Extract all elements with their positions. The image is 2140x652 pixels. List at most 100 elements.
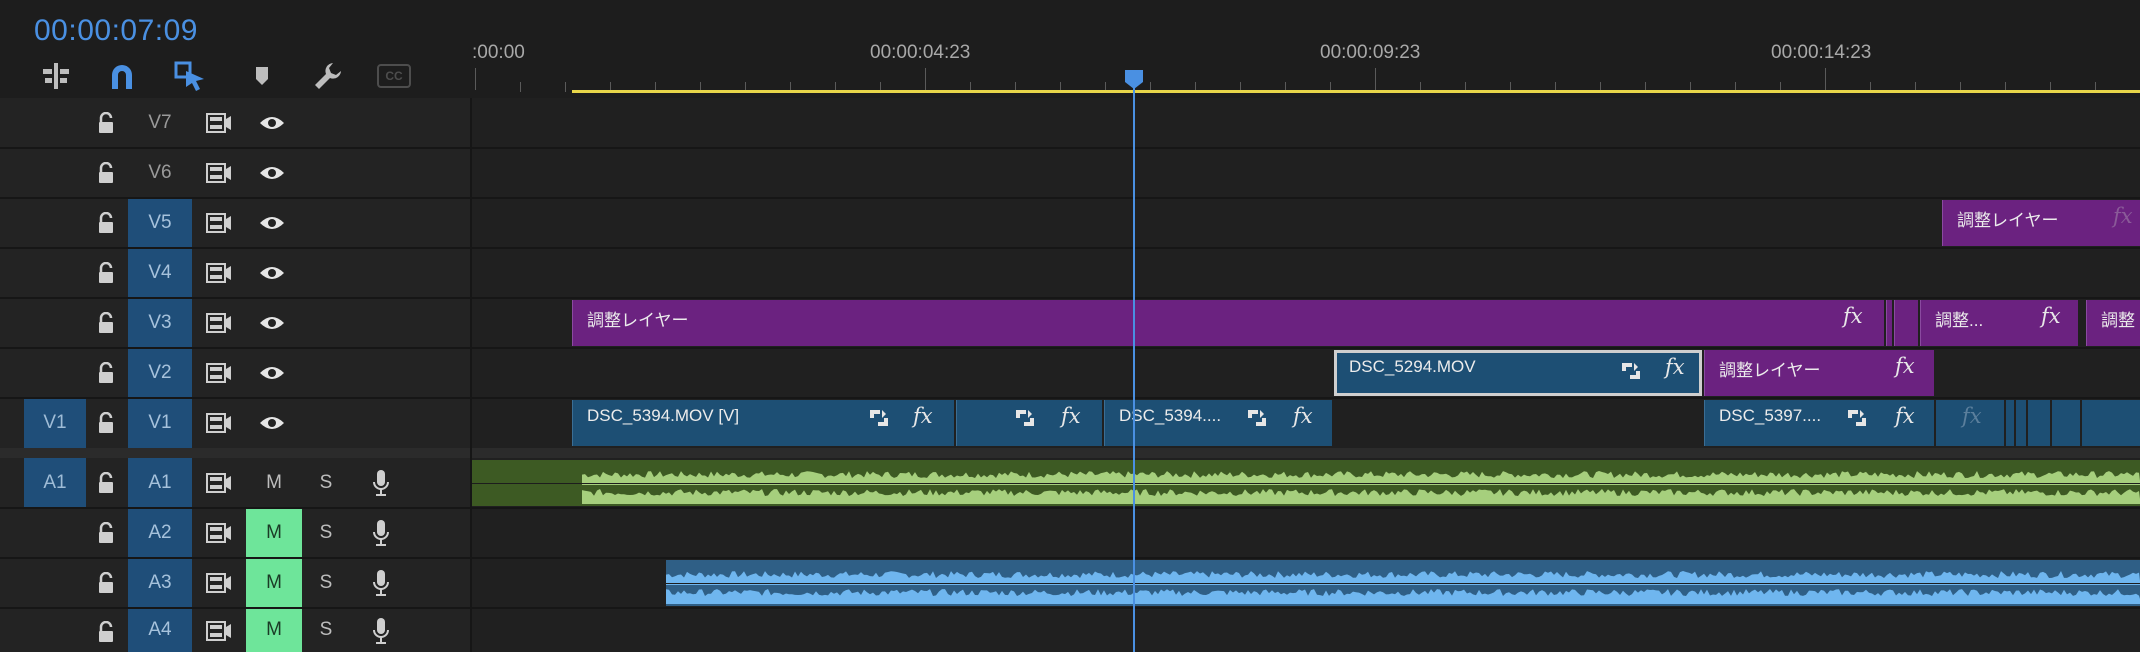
clip-video[interactable] <box>2016 400 2026 446</box>
voiceover-mic-icon[interactable] <box>366 469 396 497</box>
add-marker-icon[interactable] <box>244 58 280 94</box>
clip-adjustment-layer[interactable]: 調整レイヤー fx <box>1942 200 2140 246</box>
track-name[interactable]: A4 <box>128 608 192 652</box>
voiceover-mic-icon[interactable] <box>366 617 396 645</box>
header-divider <box>470 98 472 652</box>
solo-button[interactable]: S <box>306 558 346 608</box>
linked-selection-icon[interactable] <box>172 58 208 94</box>
lock-icon[interactable] <box>94 571 118 595</box>
track-name[interactable]: V1 <box>128 398 192 448</box>
eye-icon[interactable] <box>256 210 288 236</box>
eye-icon[interactable] <box>256 160 288 186</box>
clip-video[interactable] <box>2052 400 2080 446</box>
video-audio-divider[interactable] <box>0 448 2140 458</box>
voiceover-mic-icon[interactable] <box>366 519 396 547</box>
sync-lock-icon[interactable] <box>204 618 234 644</box>
captions-label: CC <box>377 64 411 88</box>
clip-adjustment-layer[interactable]: 調整 <box>2086 300 2140 346</box>
audio-waveform <box>472 471 2140 504</box>
sync-lock-icon[interactable] <box>204 410 234 436</box>
lock-icon[interactable] <box>94 620 118 644</box>
work-area-bar[interactable] <box>572 90 2140 93</box>
sync-lock-icon[interactable] <box>204 470 234 496</box>
clip-dsc-5394-v[interactable]: DSC_5394.MOV [V] fx <box>572 400 954 446</box>
clip-adjustment-layer[interactable] <box>1894 300 1918 346</box>
lock-icon[interactable] <box>94 261 118 285</box>
sync-lock-icon[interactable] <box>204 310 234 336</box>
sync-lock-icon[interactable] <box>204 520 234 546</box>
clip-video[interactable] <box>2028 400 2050 446</box>
clip-adjustment-layer[interactable]: 調整レイヤー fx <box>572 300 1884 346</box>
track-name[interactable]: A2 <box>128 508 192 558</box>
ruler-tick <box>520 82 521 92</box>
clip-video[interactable] <box>2006 400 2014 446</box>
lock-icon[interactable] <box>94 471 118 495</box>
playhead-timecode[interactable]: 00:00:07:09 <box>34 14 198 48</box>
sync-lock-icon[interactable] <box>204 570 234 596</box>
clip-adjustment-layer[interactable]: 調整レイヤー fx <box>1704 350 1934 396</box>
sync-lock-icon[interactable] <box>204 110 234 136</box>
lock-icon[interactable] <box>94 161 118 185</box>
sync-lock-icon[interactable] <box>204 360 234 386</box>
eye-icon[interactable] <box>256 360 288 386</box>
track-name[interactable]: V4 <box>128 248 192 298</box>
audio-clip-a3[interactable] <box>666 560 2140 606</box>
eye-icon[interactable] <box>256 110 288 136</box>
sync-lock-icon[interactable] <box>204 210 234 236</box>
lock-icon[interactable] <box>94 311 118 335</box>
lock-icon[interactable] <box>94 211 118 235</box>
track-name[interactable]: V3 <box>128 298 192 348</box>
clip-dsc-5394-b[interactable]: DSC_5394.... fx <box>1104 400 1332 446</box>
eye-icon[interactable] <box>256 410 288 436</box>
lock-icon[interactable] <box>94 361 118 385</box>
track-row-v5: V5 <box>0 198 2140 248</box>
source-patch-a1[interactable]: A1 <box>24 458 86 508</box>
mute-button[interactable]: M <box>246 508 302 558</box>
solo-button[interactable]: S <box>306 608 346 652</box>
solo-button[interactable]: S <box>306 508 346 558</box>
audio-clip-a1[interactable] <box>472 460 2140 506</box>
clip-dsc-5394-mid[interactable]: fx <box>956 400 1102 446</box>
track-name[interactable]: A3 <box>128 558 192 608</box>
clip-dsc-5294[interactable]: DSC_5294.MOV fx <box>1334 350 1702 396</box>
playhead-line[interactable] <box>1133 80 1135 652</box>
lock-icon[interactable] <box>94 521 118 545</box>
time-ruler[interactable]: :00:00 00:00:04:23 00:00:09:23 00:00:14:… <box>472 0 2140 96</box>
track-separator <box>0 297 2140 299</box>
clip-adjustment-layer[interactable] <box>1886 300 1892 346</box>
mute-button[interactable]: M <box>246 558 302 608</box>
lock-icon[interactable] <box>94 111 118 135</box>
solo-button[interactable]: S <box>306 458 346 508</box>
eye-icon[interactable] <box>256 260 288 286</box>
track-row-v7: V7 <box>0 98 2140 148</box>
voiceover-mic-icon[interactable] <box>366 569 396 597</box>
snap-magnet-icon[interactable] <box>104 58 140 94</box>
fx-badge: fx <box>1061 404 1081 428</box>
ruler-tick <box>925 68 926 90</box>
track-name[interactable]: V5 <box>128 198 192 248</box>
captions-icon[interactable]: CC <box>376 58 412 94</box>
track-row-v4: V4 <box>0 248 2140 298</box>
timeline-settings-wrench-icon[interactable] <box>310 58 346 94</box>
clip-video[interactable]: fx <box>1936 400 2004 446</box>
track-name[interactable]: V2 <box>128 348 192 398</box>
clip-adjustment-layer[interactable]: 調整... fx <box>1920 300 2078 346</box>
fx-badge: fx <box>1895 354 1915 378</box>
sync-lock-icon[interactable] <box>204 160 234 186</box>
clip-label: 調整レイヤー <box>587 311 689 330</box>
sync-lock-icon[interactable] <box>204 260 234 286</box>
mute-button[interactable]: M <box>246 458 302 508</box>
track-name[interactable]: V7 <box>128 98 192 148</box>
track-separator <box>0 347 2140 349</box>
clip-video[interactable] <box>2082 400 2140 446</box>
insert-sequence-nest-icon[interactable] <box>38 58 74 94</box>
playhead-handle[interactable] <box>1123 68 1145 90</box>
clip-dsc-5397[interactable]: DSC_5397.... fx <box>1704 400 1934 446</box>
lock-icon[interactable] <box>94 411 118 435</box>
mute-button[interactable]: M <box>246 608 302 652</box>
source-patch-v1[interactable]: V1 <box>24 398 86 448</box>
track-name[interactable]: V6 <box>128 148 192 198</box>
eye-icon[interactable] <box>256 310 288 336</box>
track-name[interactable]: A1 <box>128 458 192 508</box>
ruler-tick <box>1375 68 1376 90</box>
